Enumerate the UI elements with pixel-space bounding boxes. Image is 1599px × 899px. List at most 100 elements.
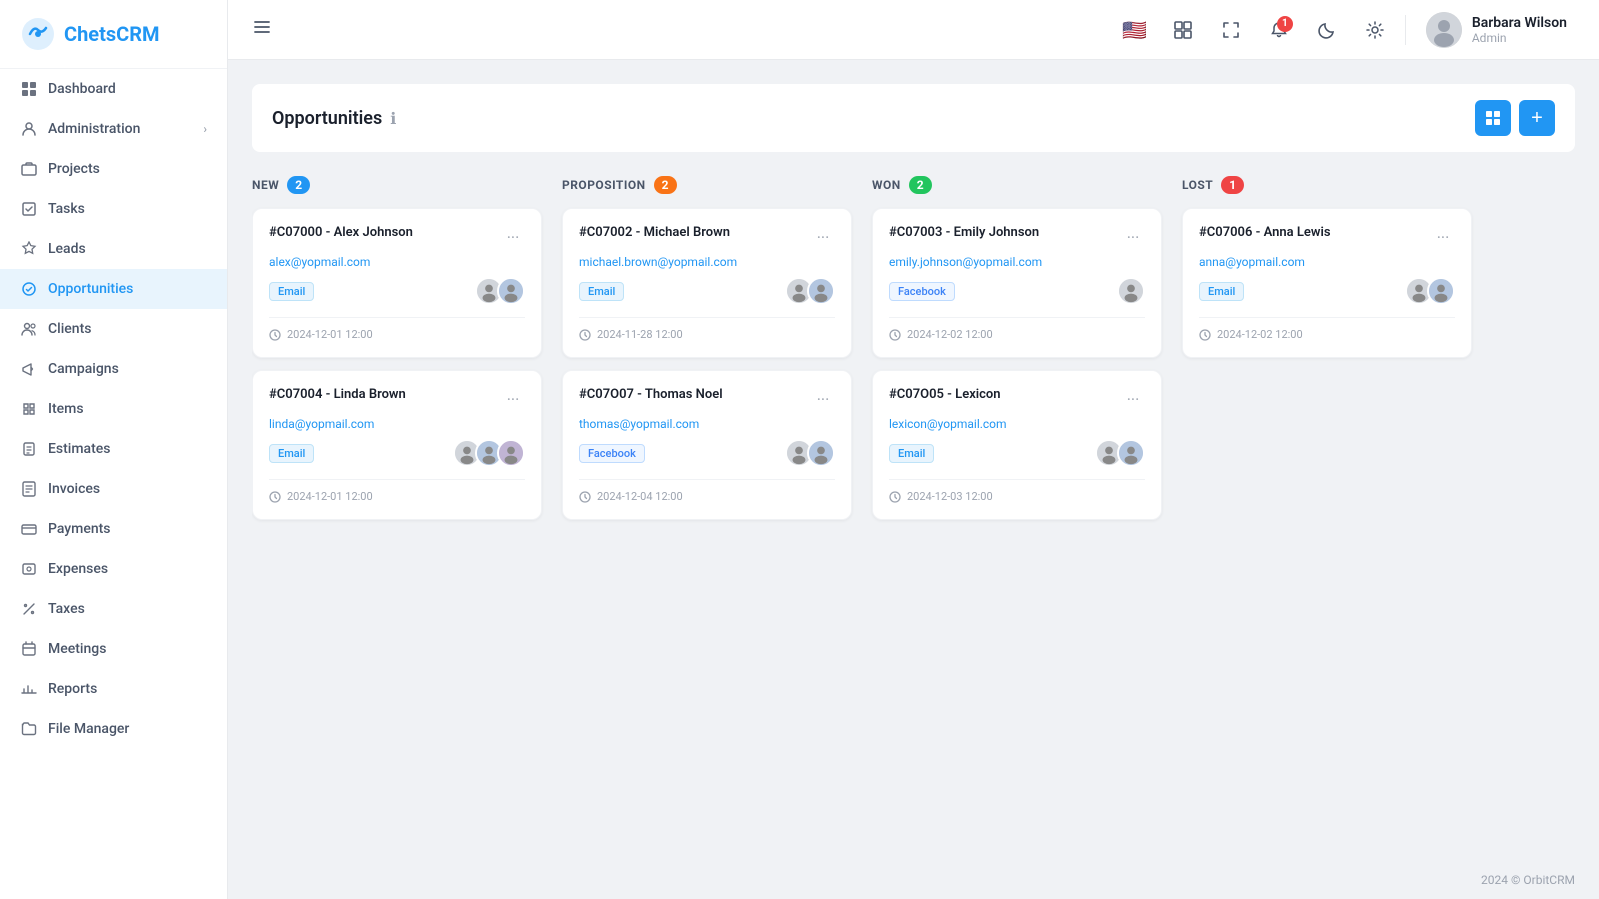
card-time: 2024-11-28 12:00 — [579, 328, 835, 341]
grid-view-button[interactable] — [1165, 12, 1201, 48]
sidebar-item-reports[interactable]: Reports — [0, 669, 227, 709]
card-divider — [269, 317, 525, 318]
invoices-icon — [20, 480, 38, 498]
dark-mode-toggle[interactable] — [1309, 12, 1345, 48]
sidebar-item-invoices[interactable]: Invoices — [0, 469, 227, 509]
card-more-button[interactable]: ··· — [501, 225, 525, 249]
meetings-icon — [20, 640, 38, 658]
column-header-new: NEW 2 — [252, 176, 542, 194]
column-title: PROPOSITION — [562, 178, 646, 192]
card-title: #C07004 - Linda Brown — [269, 387, 406, 402]
column-won: WON 2 #C07003 - Emily Johnson ··· emily.… — [872, 176, 1162, 532]
column-header-lost: LOST 1 — [1182, 176, 1472, 194]
opportunities-icon — [20, 280, 38, 298]
card-email[interactable]: lexicon@yopmail.com — [889, 417, 1145, 431]
card-more-button[interactable]: ··· — [1121, 387, 1145, 411]
notifications-button[interactable]: 1 — [1261, 12, 1297, 48]
card-title: #C07000 - Alex Johnson — [269, 225, 413, 240]
card-title: #C07003 - Emily Johnson — [889, 225, 1039, 240]
opportunity-card: #C07006 - Anna Lewis ··· anna@yopmail.co… — [1182, 208, 1472, 358]
sidebar-item-dashboard[interactable]: Dashboard — [0, 69, 227, 109]
card-time: 2024-12-03 12:00 — [889, 490, 1145, 503]
logo-icon — [20, 16, 56, 52]
card-email[interactable]: alex@yopmail.com — [269, 255, 525, 269]
sidebar-item-items[interactable]: Items — [0, 389, 227, 429]
file-manager-icon — [20, 720, 38, 738]
card-tag: Email — [1199, 282, 1244, 301]
opportunity-card: #C07O07 - Thomas Noel ··· thomas@yopmail… — [562, 370, 852, 520]
card-time: 2024-12-02 12:00 — [1199, 328, 1455, 341]
sidebar-item-expenses[interactable]: Expenses — [0, 549, 227, 589]
admin-icon — [20, 120, 38, 138]
sidebar-item-projects[interactable]: Projects — [0, 149, 227, 189]
card-tag: Facebook — [889, 282, 955, 301]
card-avatars — [785, 439, 835, 467]
clock-icon — [889, 329, 901, 341]
main-area: 🇺🇸 1 B — [228, 0, 1599, 899]
page-header: Opportunities ℹ + — [252, 84, 1575, 152]
column-lost: LOST 1 #C07006 - Anna Lewis ··· anna@yop… — [1182, 176, 1472, 370]
card-meta: Facebook — [579, 439, 835, 467]
main-content: Opportunities ℹ + NEW 2 #C07000 - Alex J… — [228, 60, 1599, 861]
logo-text: ChetsCRM — [64, 22, 160, 46]
column-proposition: PROPOSITION 2 #C07002 - Michael Brown ··… — [562, 176, 852, 532]
user-profile[interactable]: Barbara Wilson Admin — [1418, 8, 1575, 52]
sidebar-item-payments[interactable]: Payments — [0, 509, 227, 549]
sidebar-item-opportunities[interactable]: Opportunities — [0, 269, 227, 309]
card-email[interactable]: michael.brown@yopmail.com — [579, 255, 835, 269]
card-meta: Email — [269, 439, 525, 467]
column-badge: 2 — [909, 176, 932, 194]
card-email[interactable]: emily.johnson@yopmail.com — [889, 255, 1145, 269]
opportunity-card: #C07O05 - Lexicon ··· lexicon@yopmail.co… — [872, 370, 1162, 520]
logo-area[interactable]: ChetsCRM — [0, 0, 227, 69]
column-header-won: WON 2 — [872, 176, 1162, 194]
sidebar-item-clients[interactable]: Clients — [0, 309, 227, 349]
settings-button[interactable] — [1357, 12, 1393, 48]
avatar — [1427, 277, 1455, 305]
opportunity-card: #C07002 - Michael Brown ··· michael.brow… — [562, 208, 852, 358]
grid-layout-button[interactable] — [1475, 100, 1511, 136]
sidebar-label-reports: Reports — [48, 681, 97, 697]
card-more-button[interactable]: ··· — [811, 225, 835, 249]
card-email[interactable]: anna@yopmail.com — [1199, 255, 1455, 269]
card-email[interactable]: thomas@yopmail.com — [579, 417, 835, 431]
sidebar-label-taxes: Taxes — [48, 601, 85, 617]
header-actions: 🇺🇸 1 B — [1117, 8, 1575, 52]
sidebar-item-administration[interactable]: Administration › — [0, 109, 227, 149]
sidebar-item-taxes[interactable]: Taxes — [0, 589, 227, 629]
card-title: #C07006 - Anna Lewis — [1199, 225, 1331, 240]
footer: 2024 © OrbitCRM — [228, 861, 1599, 899]
header: 🇺🇸 1 B — [228, 0, 1599, 60]
card-tag: Email — [579, 282, 624, 301]
info-icon[interactable]: ℹ — [390, 109, 396, 128]
card-more-button[interactable]: ··· — [501, 387, 525, 411]
card-meta: Email — [579, 277, 835, 305]
kanban-board: NEW 2 #C07000 - Alex Johnson ··· alex@yo… — [252, 176, 1575, 532]
language-selector[interactable]: 🇺🇸 — [1117, 12, 1153, 48]
footer-text: 2024 © OrbitCRM — [1481, 873, 1575, 887]
fullscreen-button[interactable] — [1213, 12, 1249, 48]
card-more-button[interactable]: ··· — [1431, 225, 1455, 249]
card-email[interactable]: linda@yopmail.com — [269, 417, 525, 431]
estimates-icon — [20, 440, 38, 458]
menu-toggle-button[interactable] — [252, 17, 272, 42]
clock-icon — [269, 329, 281, 341]
sidebar-item-leads[interactable]: Leads — [0, 229, 227, 269]
card-more-button[interactable]: ··· — [1121, 225, 1145, 249]
add-opportunity-button[interactable]: + — [1519, 100, 1555, 136]
sidebar-label-dashboard: Dashboard — [48, 81, 116, 97]
opportunity-card: #C07003 - Emily Johnson ··· emily.johnso… — [872, 208, 1162, 358]
avatar — [1117, 277, 1145, 305]
page-actions: + — [1475, 100, 1555, 136]
clock-icon — [1199, 329, 1211, 341]
sidebar-item-estimates[interactable]: Estimates — [0, 429, 227, 469]
header-divider — [1405, 15, 1406, 45]
sidebar-item-file-manager[interactable]: File Manager — [0, 709, 227, 749]
sidebar: ChetsCRM Dashboard Administration › Proj… — [0, 0, 228, 899]
sidebar-item-tasks[interactable]: Tasks — [0, 189, 227, 229]
sidebar-item-meetings[interactable]: Meetings — [0, 629, 227, 669]
clock-icon — [579, 491, 591, 503]
avatar — [497, 277, 525, 305]
card-more-button[interactable]: ··· — [811, 387, 835, 411]
sidebar-item-campaigns[interactable]: Campaigns — [0, 349, 227, 389]
